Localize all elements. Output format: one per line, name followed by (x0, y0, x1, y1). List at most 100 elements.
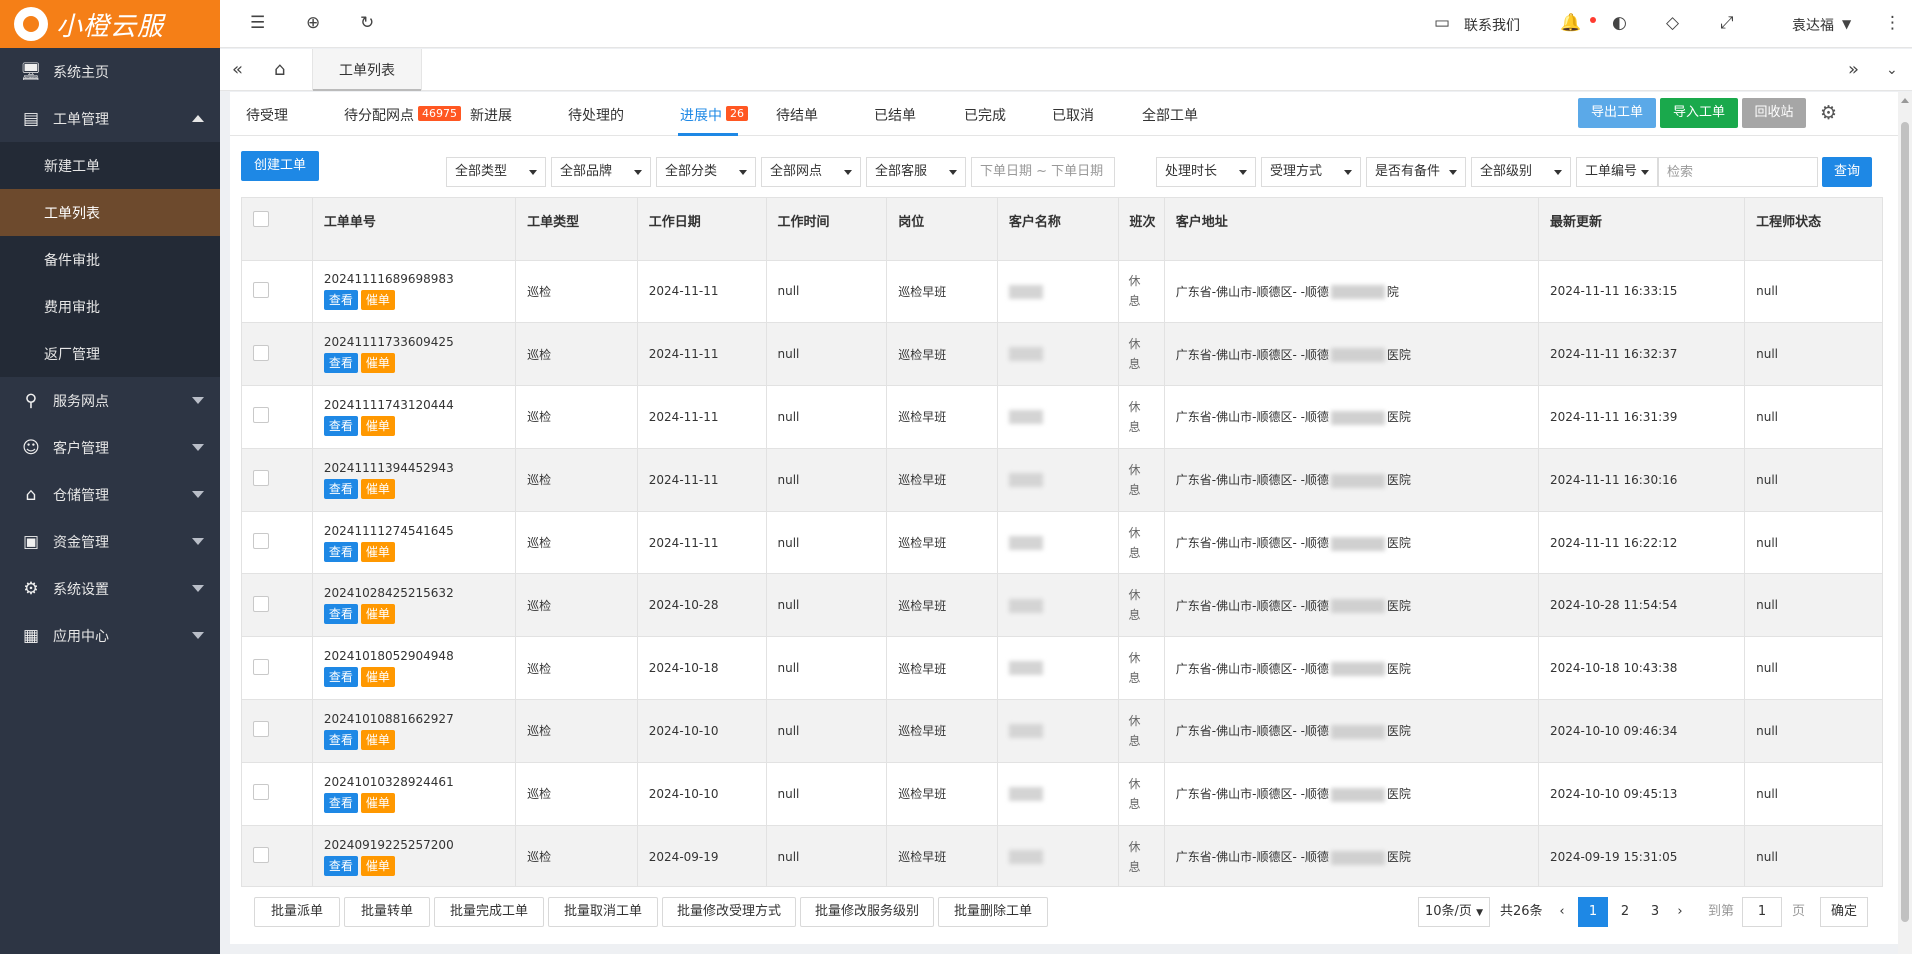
row-checkbox[interactable] (253, 470, 269, 487)
bulk-cancel-button[interactable]: 批量取消工单 (548, 897, 658, 927)
view-button[interactable]: 查看 (323, 290, 358, 311)
refresh-icon[interactable]: ↻ (360, 13, 374, 33)
chat-icon[interactable]: ▭ (1434, 13, 1450, 33)
view-button[interactable]: 查看 (323, 855, 358, 876)
menu-collapse-icon[interactable]: ☰ (250, 13, 265, 33)
goto-page-input[interactable]: 1 (1742, 897, 1782, 927)
row-checkbox[interactable] (253, 721, 269, 738)
sidebar-subitem-new-order[interactable]: 新建工单 (0, 142, 220, 189)
table-row[interactable]: 20241111394452943 查看 催单 巡检 2024-11-11 null 巡检早… (242, 448, 1882, 512)
brand-logo[interactable]: 小橙云服 (0, 0, 220, 48)
table-row[interactable]: 20241010881662927 查看 催单 巡检 2024-10-10 null 巡检早… (242, 699, 1882, 763)
status-tab-all[interactable]: 全部工单 (1142, 105, 1198, 125)
view-button[interactable]: 查看 (323, 541, 358, 562)
import-orders-button[interactable]: 导入工单 (1660, 98, 1738, 128)
page-button[interactable]: 3 (1640, 897, 1670, 927)
view-button[interactable]: 查看 (323, 729, 358, 750)
row-checkbox[interactable] (253, 407, 269, 424)
sidebar-item-app-center[interactable]: ▦ 应用中心 (0, 612, 220, 659)
status-tab-completed[interactable]: 已完成 (964, 105, 1006, 125)
filter-spare-parts-select[interactable]: 是否有备件 (1366, 157, 1466, 187)
filter-duration-select[interactable]: 处理时长 (1156, 157, 1256, 187)
urge-button[interactable]: 催单 (360, 667, 395, 688)
table-row[interactable]: 20240919225257200 查看 催单 巡检 2024-09-19 null 巡检早… (242, 825, 1882, 886)
tabs-dropdown-icon[interactable]: ⌄ (1886, 62, 1898, 78)
urge-button[interactable]: 催单 (360, 415, 395, 436)
sidebar-item-warehouse[interactable]: ⌂ 仓储管理 (0, 471, 220, 518)
filter-category-select[interactable]: 全部分类 (656, 157, 756, 187)
page-size-select[interactable]: 10条/页 ▼ (1418, 897, 1490, 927)
user-dropdown-icon[interactable]: ▼ (1842, 17, 1851, 31)
status-tab-new-progress[interactable]: 新进展 (470, 105, 512, 125)
search-input[interactable] (1658, 157, 1818, 187)
filter-outlet-select[interactable]: 全部网点 (761, 157, 861, 187)
tabs-scroll-right-icon[interactable]: » (1848, 59, 1859, 80)
goto-confirm-button[interactable]: 确定 (1820, 897, 1868, 927)
table-row[interactable]: 20241018052904948 查看 催单 巡检 2024-10-18 null 巡检早… (242, 636, 1882, 701)
export-orders-button[interactable]: 导出工单 (1578, 98, 1656, 128)
contact-us-link[interactable]: 联系我们 (1464, 15, 1520, 35)
urge-button[interactable]: 催单 (360, 541, 395, 562)
view-button[interactable]: 查看 (323, 667, 358, 688)
bulk-delete-button[interactable]: 批量删除工单 (938, 897, 1048, 927)
page-button[interactable]: 2 (1610, 897, 1640, 927)
date-range-input[interactable]: 下单日期 ~ 下单日期 (971, 157, 1115, 187)
home-icon[interactable]: ⌂ (274, 59, 285, 80)
table-row[interactable]: 20241111689698983 查看 催单 巡检 2024-11-11 null 巡检早… (242, 260, 1882, 324)
next-page-icon[interactable]: › (1670, 897, 1690, 927)
bulk-dispatch-button[interactable]: 批量派单 (254, 897, 340, 927)
prev-page-icon[interactable]: ‹ (1552, 897, 1572, 927)
urge-button[interactable]: 催单 (360, 604, 395, 625)
sidebar-item-outlets[interactable]: ⚲ 服务网点 (0, 377, 220, 424)
status-tab-cancelled[interactable]: 已取消 (1052, 105, 1094, 125)
row-checkbox[interactable] (253, 595, 269, 612)
status-tab-in-progress[interactable]: 进展中 26 (680, 105, 748, 125)
create-order-button[interactable]: 创建工单 (241, 151, 319, 181)
view-button[interactable]: 查看 (323, 478, 358, 499)
status-tab-pending-outlet[interactable]: 待分配网点 46975 (344, 105, 461, 125)
bulk-edit-service-level-button[interactable]: 批量修改服务级别 (800, 897, 934, 927)
tag-icon[interactable]: ◇ (1666, 13, 1679, 33)
filter-level-select[interactable]: 全部级别 (1471, 157, 1571, 187)
filter-brand-select[interactable]: 全部品牌 (551, 157, 651, 187)
gear-icon[interactable]: ⚙ (1820, 102, 1837, 124)
table-row[interactable]: 20241028425215632 查看 催单 巡检 2024-10-28 null 巡检早… (242, 573, 1882, 638)
palette-icon[interactable]: ◐ (1612, 13, 1627, 33)
sidebar-item-work-orders[interactable]: ▤ 工单管理 (0, 95, 220, 142)
bulk-transfer-button[interactable]: 批量转单 (344, 897, 430, 927)
status-tab-to-process[interactable]: 待处理的 (568, 105, 624, 125)
view-button[interactable]: 查看 (323, 792, 358, 813)
scrollbar-thumb[interactable] (1901, 122, 1909, 922)
table-row[interactable]: 20241111743120444 查看 催单 巡检 2024-11-11 null 巡检早… (242, 385, 1882, 449)
status-tab-closed[interactable]: 已结单 (874, 105, 916, 125)
urge-button[interactable]: 催单 (360, 855, 395, 876)
vertical-scrollbar[interactable] (1898, 92, 1912, 954)
view-button[interactable]: 查看 (323, 353, 358, 374)
scroll-up-icon[interactable] (1901, 98, 1909, 103)
sidebar-subitem-spare-approval[interactable]: 备件审批 (0, 236, 220, 283)
sidebar-item-customers[interactable]: ☺ 客户管理 (0, 424, 220, 471)
row-checkbox[interactable] (253, 658, 269, 675)
row-checkbox[interactable] (253, 344, 269, 361)
row-checkbox[interactable] (253, 533, 269, 550)
sidebar-item-settings[interactable]: ⚙ 系统设置 (0, 565, 220, 612)
globe-icon[interactable]: ⊕ (306, 13, 320, 33)
bulk-complete-button[interactable]: 批量完成工单 (434, 897, 544, 927)
sidebar-item-funds[interactable]: ▣ 资金管理 (0, 518, 220, 565)
urge-button[interactable]: 催单 (360, 290, 395, 311)
user-menu[interactable]: 袁达福 (1792, 15, 1834, 35)
fullscreen-icon[interactable]: ⤢ (1720, 13, 1734, 33)
page-button-current[interactable]: 1 (1578, 897, 1608, 927)
urge-button[interactable]: 催单 (360, 729, 395, 750)
bulk-edit-accept-method-button[interactable]: 批量修改受理方式 (662, 897, 796, 927)
bell-icon[interactable]: 🔔 (1560, 13, 1581, 33)
urge-button[interactable]: 催单 (360, 353, 395, 374)
table-row[interactable]: 20241111733609425 查看 催单 巡检 2024-11-11 null 巡检早… (242, 322, 1882, 387)
row-checkbox[interactable] (253, 281, 269, 298)
sidebar-subitem-fee-approval[interactable]: 费用审批 (0, 283, 220, 330)
more-vertical-icon[interactable]: ⋮ (1884, 13, 1901, 33)
select-all-checkbox[interactable] (253, 211, 269, 227)
table-row[interactable]: 20241111274541645 查看 催单 巡检 2024-11-11 null 巡检早… (242, 511, 1882, 575)
urge-button[interactable]: 催单 (360, 478, 395, 499)
row-checkbox[interactable] (253, 784, 269, 801)
